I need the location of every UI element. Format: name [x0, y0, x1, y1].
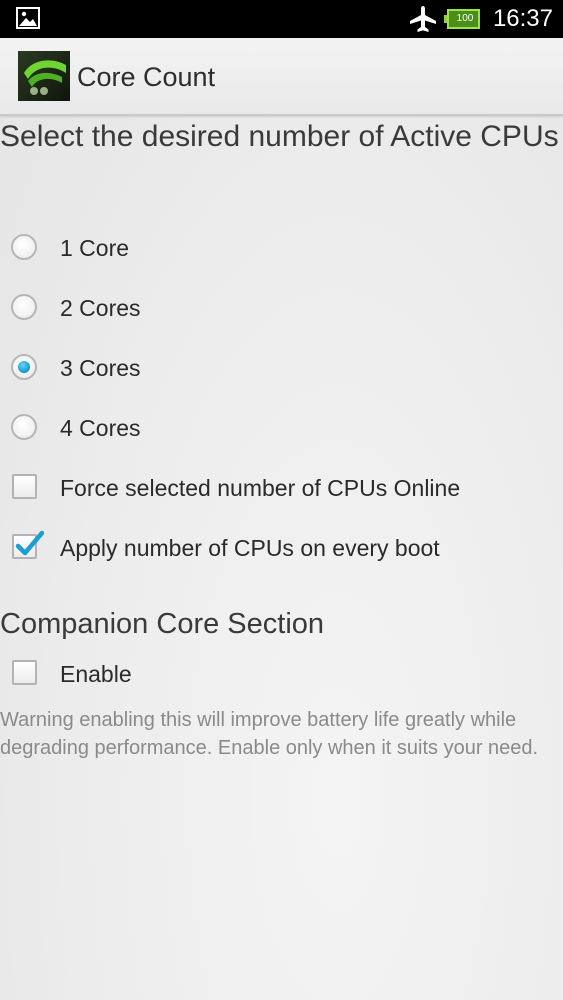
force-cpus-online-option[interactable]: Force selected number of CPUs Online — [0, 460, 563, 516]
force-cpus-online-checkbox[interactable] — [12, 474, 37, 499]
gallery-notification-icon — [16, 7, 40, 29]
radio-label: 3 Cores — [60, 355, 141, 381]
checkbox-label: Force selected number of CPUs Online — [60, 475, 461, 501]
radio-option-1-core[interactable]: 1 Core — [0, 220, 563, 276]
radio-button[interactable] — [11, 294, 37, 320]
radio-label: 4 Cores — [60, 415, 141, 441]
companion-enable-option[interactable]: Enable — [0, 646, 563, 702]
airplane-mode-icon — [410, 6, 436, 32]
radio-option-3-cores[interactable]: 3 Cores — [0, 340, 563, 396]
core-count-app-icon[interactable] — [18, 51, 70, 101]
checkbox-label: Apply number of CPUs on every boot — [60, 535, 440, 561]
apply-on-boot-checkbox[interactable] — [12, 530, 44, 559]
page-heading: Select the desired number of Active CPUs — [0, 120, 559, 153]
radio-button[interactable] — [11, 234, 37, 260]
status-bar: 100 16:37 — [0, 0, 563, 38]
companion-section-title: Companion Core Section — [0, 608, 325, 640]
checkmark-icon — [15, 530, 44, 556]
checkbox-label: Enable — [60, 661, 132, 687]
companion-warning-text: Warning enabling this will improve batte… — [0, 709, 539, 759]
battery-level-text: 100 — [456, 13, 474, 24]
apply-on-boot-option[interactable]: Apply number of CPUs on every boot — [0, 520, 563, 576]
companion-enable-checkbox[interactable] — [12, 660, 37, 685]
radio-label: 2 Cores — [60, 295, 141, 321]
radio-option-4-cores[interactable]: 4 Cores — [0, 400, 563, 456]
app-title: Core Count — [77, 62, 216, 92]
radio-button[interactable] — [11, 414, 37, 440]
radio-label: 1 Core — [60, 235, 130, 261]
radio-option-2-cores[interactable]: 2 Cores — [0, 280, 563, 336]
radio-button-selected[interactable] — [11, 354, 37, 380]
action-bar: Core Count — [0, 38, 563, 116]
clock-time: 16:37 — [492, 5, 553, 32]
